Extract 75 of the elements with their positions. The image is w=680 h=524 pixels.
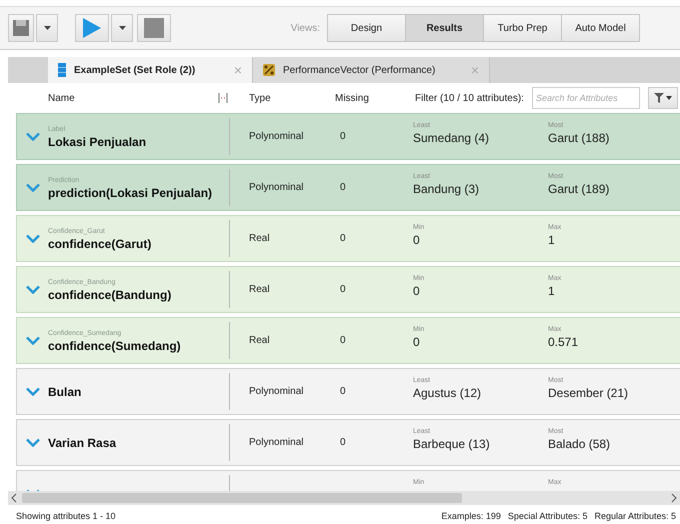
dropdown-button[interactable] bbox=[36, 14, 58, 42]
view-button[interactable]: Turbo Prep bbox=[483, 14, 562, 42]
chevron-down-icon[interactable] bbox=[26, 183, 40, 192]
missing-count: 0 bbox=[340, 284, 347, 295]
column-header: Missing bbox=[335, 92, 370, 104]
dropdown-button[interactable] bbox=[111, 14, 133, 42]
resize-handle-icon[interactable] bbox=[218, 93, 228, 103]
chevron-down-icon[interactable] bbox=[26, 438, 40, 447]
statistic-value: 0 bbox=[413, 233, 421, 247]
attribute-type: Real bbox=[249, 233, 271, 244]
view-button[interactable]: Results bbox=[405, 14, 484, 42]
missing-count: 0 bbox=[340, 233, 347, 244]
table-icon bbox=[58, 63, 66, 77]
horizontal-scrollbar[interactable] bbox=[8, 491, 680, 505]
save-button[interactable] bbox=[8, 14, 34, 42]
scroll-right-icon[interactable] bbox=[671, 493, 677, 503]
percent-icon bbox=[263, 64, 275, 76]
scroll-left-icon[interactable] bbox=[11, 493, 17, 503]
view-button[interactable]: Auto Model bbox=[561, 14, 640, 42]
statistic-value: Sumedang (4) bbox=[413, 131, 490, 145]
missing-count: 0 bbox=[340, 335, 347, 346]
funnel-icon bbox=[654, 93, 672, 103]
statistic-value: Barbeque (13) bbox=[413, 437, 491, 451]
statistic-value: Garut (188) bbox=[548, 131, 610, 145]
statistic-value: Garut (189) bbox=[548, 182, 610, 196]
statistic-value: 0 bbox=[413, 284, 421, 298]
attribute-type: Real bbox=[249, 284, 271, 295]
column-header: Name bbox=[48, 92, 76, 104]
statistic-value: Balado (58) bbox=[548, 437, 612, 451]
status-text: Showing attributes 1 - 10 bbox=[16, 511, 116, 521]
filter-button[interactable] bbox=[648, 87, 678, 109]
run-button[interactable] bbox=[75, 14, 109, 42]
statistic-value: 0.571 bbox=[548, 335, 580, 349]
status-text: Examples: 199 bbox=[441, 511, 501, 521]
view-button[interactable]: Design bbox=[327, 14, 406, 42]
document-tab[interactable]: PerformanceVector (Performance) × bbox=[252, 57, 490, 83]
play-icon bbox=[83, 18, 101, 38]
chevron-down-icon[interactable] bbox=[26, 132, 40, 141]
attribute-type: Polynominal bbox=[249, 131, 304, 142]
document-tab[interactable]: ExampleSet (Set Role (2)) × bbox=[48, 57, 252, 83]
missing-count: 0 bbox=[340, 182, 347, 193]
missing-count: 0 bbox=[340, 386, 347, 397]
attribute-type: Polynominal bbox=[249, 182, 304, 193]
status-text: Special Attributes: 5 bbox=[508, 511, 588, 521]
attribute-name: confidence(Bandung) bbox=[48, 288, 172, 302]
stop-icon bbox=[144, 18, 164, 38]
chevron-down-icon[interactable] bbox=[26, 234, 40, 243]
caret-icon bbox=[44, 26, 50, 30]
attribute-name: prediction(Lokasi Penjualan) bbox=[48, 186, 214, 200]
attribute-type: Polynominal bbox=[249, 437, 304, 448]
views-label: Views: bbox=[290, 22, 320, 34]
attribute-type: Real bbox=[249, 335, 271, 346]
attribute-name: confidence(Garut) bbox=[48, 236, 152, 250]
attribute-name: confidence(Sumedang) bbox=[48, 338, 182, 352]
attribute-name: Varian Rasa bbox=[48, 436, 118, 450]
filter-label: Filter (10 / 10 attributes): bbox=[415, 92, 524, 104]
statistic-value: 1 bbox=[548, 233, 556, 247]
caret-icon bbox=[118, 26, 126, 30]
attribute-name: Bulan bbox=[48, 385, 82, 399]
column-header: Type bbox=[249, 92, 272, 104]
attribute-type: Polynominal bbox=[249, 386, 304, 397]
chevron-down-icon[interactable] bbox=[26, 336, 40, 345]
search-field[interactable]: Search for Attributes bbox=[532, 87, 640, 109]
attribute-name: Lokasi Penjualan bbox=[48, 134, 148, 148]
chevron-down-icon[interactable] bbox=[26, 285, 40, 294]
missing-count: 0 bbox=[340, 131, 347, 142]
stop-button[interactable] bbox=[137, 14, 171, 42]
statistic-value: 0 bbox=[413, 335, 421, 349]
statistic-value: 1 bbox=[548, 284, 556, 298]
statistic-value: Agustus (12) bbox=[413, 386, 482, 400]
statistic-value: Bandung (3) bbox=[413, 182, 480, 196]
missing-count: 0 bbox=[340, 437, 347, 448]
statistic-value: Desember (21) bbox=[548, 386, 630, 400]
chevron-down-icon[interactable] bbox=[26, 387, 40, 396]
status-text: Regular Attributes: 5 bbox=[594, 511, 676, 521]
